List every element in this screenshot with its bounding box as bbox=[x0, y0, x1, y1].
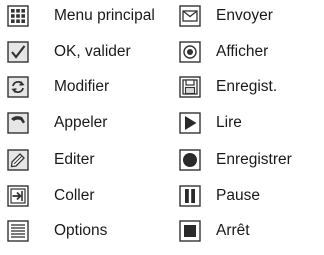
legend-label: Envoyer bbox=[216, 7, 273, 24]
paste-arrow-icon bbox=[6, 184, 30, 208]
legend-item-options: Options bbox=[6, 216, 156, 246]
legend-label: Coller bbox=[54, 187, 95, 204]
legend-item-coller: Coller bbox=[6, 181, 156, 211]
phone-handset-icon bbox=[6, 111, 30, 135]
envelope-icon bbox=[178, 4, 202, 28]
menu-grid-icon bbox=[6, 4, 30, 28]
legend-label: Afficher bbox=[216, 43, 269, 60]
legend-item-enregist: Enregist. bbox=[178, 72, 324, 102]
legend-item-arret: Arrêt bbox=[178, 216, 324, 246]
legend-label: Modifier bbox=[54, 78, 110, 95]
legend-label: Pause bbox=[216, 187, 260, 204]
record-icon bbox=[178, 148, 202, 172]
legend-label: Options bbox=[54, 222, 108, 239]
legend-item-menu-principal: Menu principal bbox=[6, 1, 156, 31]
legend-item-editer: Editer bbox=[6, 145, 156, 175]
legend-label: Menu principal bbox=[54, 7, 155, 24]
legend-item-pause: Pause bbox=[178, 181, 324, 211]
pause-icon bbox=[178, 184, 202, 208]
stop-icon bbox=[178, 219, 202, 243]
legend-label: Enregist. bbox=[216, 78, 278, 95]
legend-label: Arrêt bbox=[216, 222, 250, 239]
legend-label: Enregistrer bbox=[216, 151, 292, 168]
legend-label: Editer bbox=[54, 151, 95, 168]
legend-item-afficher: Afficher bbox=[178, 37, 324, 67]
legend-item-appeler: Appeler bbox=[6, 108, 156, 138]
play-icon bbox=[178, 111, 202, 135]
legend-label: Appeler bbox=[54, 114, 108, 131]
eye-icon bbox=[178, 40, 202, 64]
checkmark-icon bbox=[6, 40, 30, 64]
refresh-arrows-icon bbox=[6, 75, 30, 99]
legend-label: Lire bbox=[216, 114, 242, 131]
legend-item-envoyer: Envoyer bbox=[178, 1, 324, 31]
options-list-icon bbox=[6, 219, 30, 243]
save-floppy-icon bbox=[178, 75, 202, 99]
legend-label: OK, valider bbox=[54, 43, 131, 60]
legend-item-modifier: Modifier bbox=[6, 72, 156, 102]
legend-item-ok-valider: OK, valider bbox=[6, 37, 156, 67]
legend-item-lire: Lire bbox=[178, 108, 324, 138]
pencil-icon bbox=[6, 148, 30, 172]
legend-item-enregistrer: Enregistrer bbox=[178, 145, 324, 175]
